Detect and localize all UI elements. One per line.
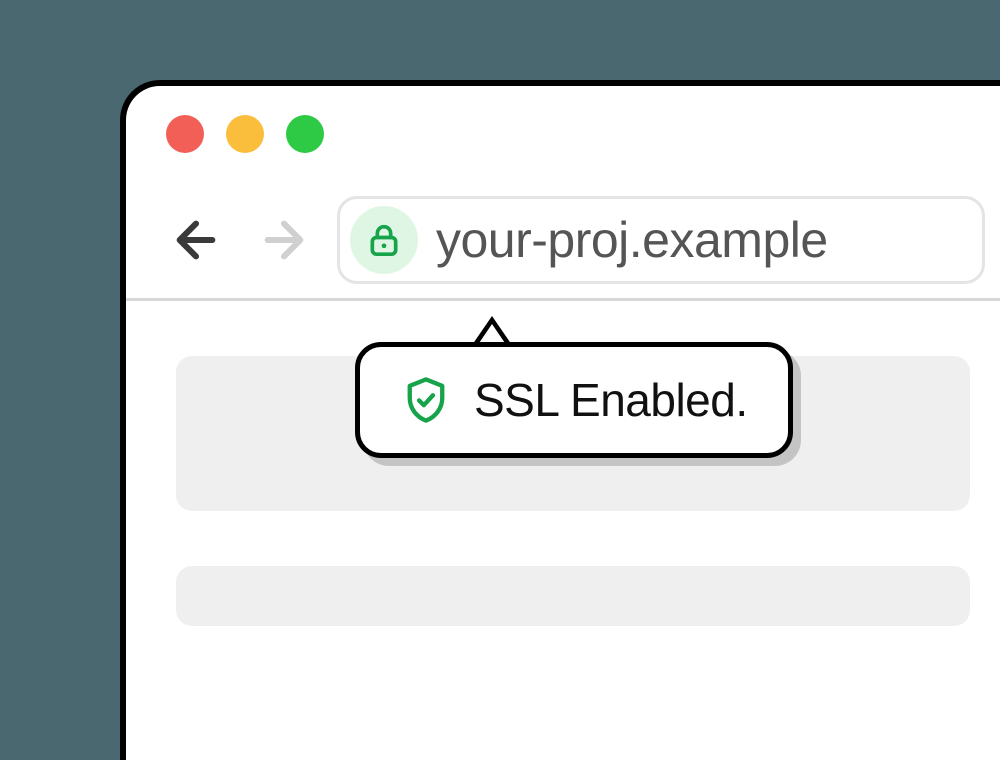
content-placeholder xyxy=(176,566,970,626)
back-button[interactable] xyxy=(161,205,231,275)
address-bar[interactable]: your-proj.example xyxy=(337,196,985,284)
window-minimize-button[interactable] xyxy=(226,115,264,153)
arrow-left-icon xyxy=(168,212,224,268)
shield-check-icon xyxy=(400,374,452,426)
browser-toolbar: your-proj.example xyxy=(126,181,1000,301)
window-maximize-button[interactable] xyxy=(286,115,324,153)
window-close-button[interactable] xyxy=(166,115,204,153)
lock-icon xyxy=(364,220,404,260)
ssl-popover: SSL Enabled. xyxy=(355,342,793,458)
window-titlebar xyxy=(126,86,1000,181)
forward-button[interactable] xyxy=(249,205,319,275)
arrow-right-icon xyxy=(256,212,312,268)
popover-message: SSL Enabled. xyxy=(474,373,748,427)
ssl-lock-badge[interactable] xyxy=(350,206,418,274)
url-text: your-proj.example xyxy=(436,211,828,269)
